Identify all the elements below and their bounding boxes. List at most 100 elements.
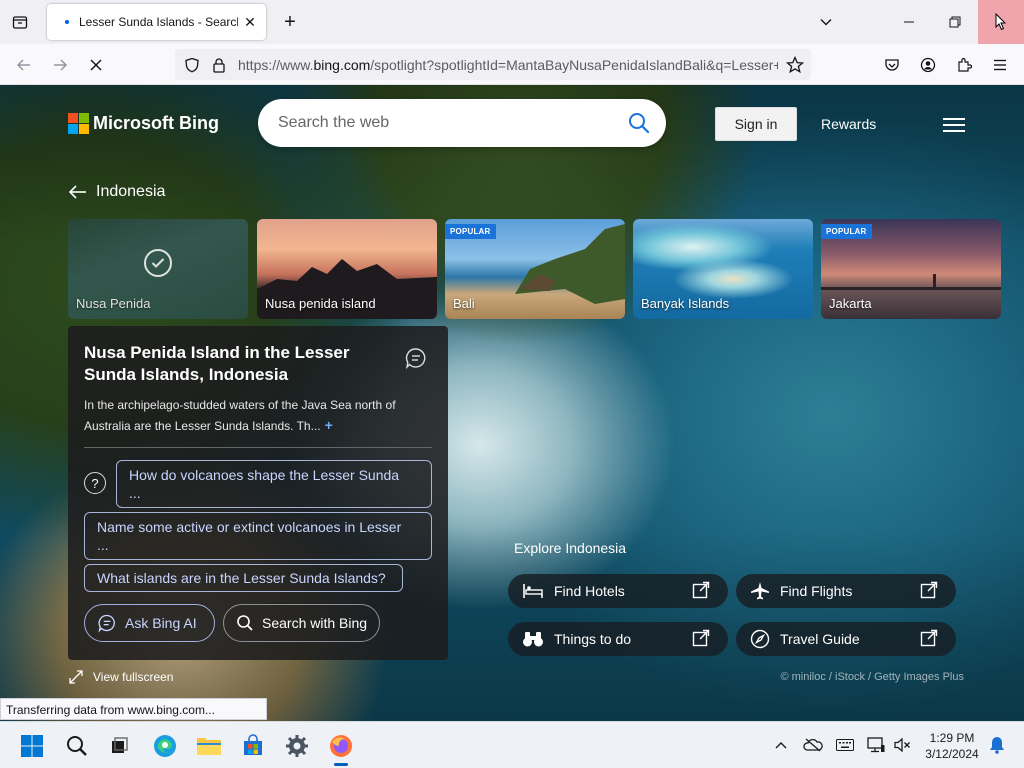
network-monitor-icon[interactable] (866, 735, 886, 755)
status-bar: Transferring data from www.bing.com... (0, 698, 267, 720)
search-box[interactable] (258, 99, 666, 147)
tab-title: Lesser Sunda Islands - Search (79, 15, 238, 29)
system-clock[interactable]: 1:29 PM 3/12/2024 (922, 730, 982, 762)
popular-badge: POPULAR (445, 224, 496, 239)
windows-start-icon[interactable] (16, 730, 48, 762)
question-text: Name some active or extinct volcanoes in… (97, 519, 402, 535)
card-label: Banyak Islands (641, 296, 730, 311)
url-text[interactable]: https://www.bing.com/spotlight?spotlight… (238, 57, 778, 73)
sign-in-button[interactable]: Sign in (715, 107, 797, 141)
notification-bell-icon[interactable] (987, 735, 1007, 755)
forward-arrow-icon[interactable] (47, 52, 73, 78)
panel-description: In the archipelago-studded waters of the… (84, 395, 429, 436)
description-text: In the archipelago-studded waters of the… (84, 398, 396, 433)
ask-bing-label: Ask Bing AI (125, 615, 197, 631)
restore-icon[interactable] (932, 0, 978, 44)
location-label: Indonesia (96, 183, 166, 200)
card-label: Jakarta (829, 296, 872, 311)
expand-description-icon[interactable]: + (325, 417, 333, 433)
carousel-card-nusa-penida[interactable]: Nusa Penida (68, 219, 248, 319)
image-credit: © miniloc / iStock / Getty Images Plus (780, 671, 964, 683)
microsoft-store-icon[interactable] (237, 730, 269, 762)
link-label: Things to do (554, 631, 632, 647)
question-ellipsis: ... (129, 485, 141, 501)
volume-muted-icon[interactable] (892, 735, 912, 755)
microsoft-logo-icon (68, 113, 89, 134)
carousel-card-banyak-islands[interactable]: Banyak Islands (633, 219, 813, 319)
bing-logo[interactable]: Microsoft Bing (68, 113, 219, 134)
shield-icon[interactable] (182, 55, 202, 75)
search-with-bing-label: Search with Bing (262, 615, 368, 631)
search-icon (237, 615, 253, 631)
panel-title: Nusa Penida Island in the Lesser Sunda I… (84, 343, 350, 384)
chevron-down-icon[interactable] (815, 11, 837, 33)
star-bookmark-icon[interactable] (785, 55, 805, 75)
minimize-icon[interactable] (886, 0, 932, 44)
clock-time: 1:29 PM (929, 731, 975, 745)
card-label: Bali (453, 296, 475, 311)
taskbar: 1:29 PM 3/12/2024 (0, 721, 1024, 768)
hamburger-menu-icon[interactable] (943, 118, 965, 132)
find-flights-button[interactable]: Find Flights (736, 574, 956, 608)
browser-tab[interactable]: Lesser Sunda Islands - Search ✕ (47, 4, 266, 40)
account-icon[interactable] (915, 52, 941, 78)
settings-gear-icon[interactable] (281, 730, 313, 762)
firefox-icon[interactable] (325, 730, 357, 766)
explore-heading: Explore Indonesia (514, 540, 627, 556)
carousel-card-jakarta[interactable]: POPULAR Jakarta (821, 219, 1001, 319)
chat-bubble-icon[interactable] (404, 346, 428, 370)
rewards-link[interactable]: Rewards (821, 116, 876, 132)
external-link-icon (920, 581, 938, 602)
lock-icon[interactable] (209, 55, 229, 75)
search-input[interactable] (278, 111, 608, 135)
link-label: Find Flights (780, 583, 853, 599)
tab-list-icon[interactable] (8, 11, 32, 33)
edge-browser-icon[interactable] (149, 730, 181, 762)
onedrive-icon[interactable] (803, 735, 823, 755)
question-ellipsis: ... (97, 537, 109, 553)
travel-guide-button[interactable]: Travel Guide (736, 622, 956, 656)
external-link-icon (920, 629, 938, 650)
things-to-do-button[interactable]: Things to do (508, 622, 728, 656)
task-view-icon[interactable] (103, 730, 135, 762)
view-fullscreen-link[interactable]: View fullscreen (68, 669, 173, 685)
question-mark-icon: ? (84, 472, 106, 494)
plane-icon (750, 581, 770, 601)
carousel-card-bali[interactable]: POPULAR Bali (445, 219, 625, 319)
search-with-bing-button[interactable]: Search with Bing (223, 604, 380, 642)
back-arrow-icon[interactable] (11, 52, 37, 78)
bing-spotlight-page: Microsoft Bing Sign in Rewards Indonesia… (0, 85, 1024, 721)
back-to-location-link[interactable]: Indonesia (68, 183, 165, 201)
back-arrow-icon (68, 185, 86, 199)
fullscreen-label: View fullscreen (93, 670, 174, 684)
question-text: What islands are in the Lesser Sunda Isl… (97, 570, 386, 586)
keyboard-icon[interactable] (835, 735, 855, 755)
suggested-question-button[interactable]: Name some active or extinct volcanoes in… (84, 512, 432, 560)
loading-dot-icon (65, 20, 69, 24)
close-tab-icon[interactable]: ✕ (238, 10, 262, 34)
check-icon (144, 249, 172, 277)
stop-loading-icon[interactable] (83, 52, 109, 78)
new-tab-icon[interactable]: + (279, 11, 301, 33)
menu-icon[interactable] (987, 52, 1013, 78)
info-panel: Nusa Penida Island in the Lesser Sunda I… (68, 326, 448, 660)
window-close-icon[interactable] (978, 0, 1024, 44)
suggested-question-button[interactable]: What islands are in the Lesser Sunda Isl… (84, 564, 403, 592)
logo-text: Microsoft Bing (93, 113, 219, 133)
chevron-up-icon[interactable] (771, 735, 791, 755)
file-explorer-icon[interactable] (193, 730, 225, 762)
address-bar[interactable]: https://www.bing.com/spotlight?spotlight… (175, 49, 811, 80)
search-icon[interactable] (628, 112, 650, 134)
pocket-icon[interactable] (879, 52, 905, 78)
extensions-icon[interactable] (951, 52, 977, 78)
ask-bing-ai-button[interactable]: Ask Bing AI (84, 604, 215, 642)
find-hotels-button[interactable]: Find Hotels (508, 574, 728, 608)
navigation-bar: https://www.bing.com/spotlight?spotlight… (0, 44, 1024, 85)
chat-bubble-icon (98, 614, 115, 633)
suggested-question-button[interactable]: How do volcanoes shape the Lesser Sunda … (116, 460, 432, 508)
search-icon[interactable] (61, 730, 93, 762)
carousel-card-nusa-penida-island[interactable]: Nusa penida island (257, 219, 437, 319)
expand-icon (69, 670, 83, 684)
compass-icon (750, 629, 770, 649)
card-label: Nusa penida island (265, 296, 376, 311)
